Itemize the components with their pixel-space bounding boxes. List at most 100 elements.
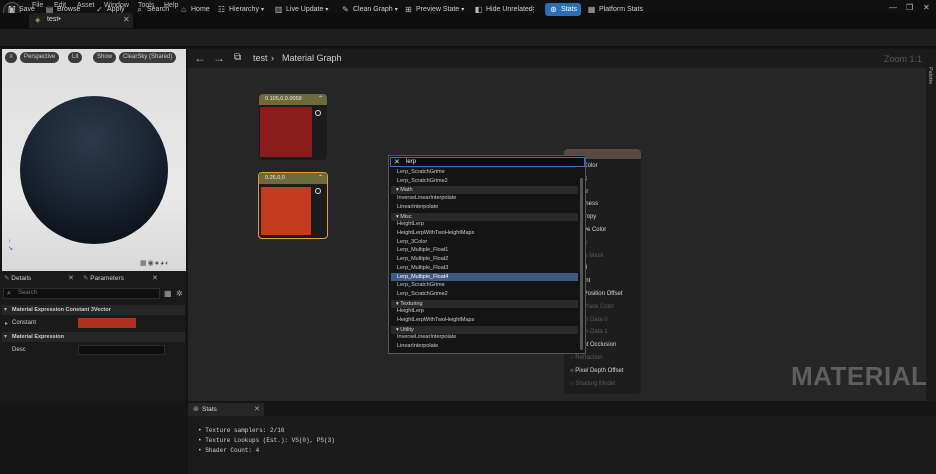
output-pin[interactable] (315, 188, 321, 194)
desc-label: Desc (12, 347, 26, 353)
close-window-icon[interactable]: ✕ (923, 3, 930, 12)
viewport-menu-icon[interactable]: ≡ (5, 52, 17, 63)
maximize-icon[interactable]: ❐ (906, 3, 913, 12)
constant3vector-node-1[interactable]: 0.105,0,0.0058 ⌃ (259, 94, 327, 160)
save-button[interactable]: ▣ Save (7, 3, 35, 16)
settings-gear-icon[interactable]: ✲ (176, 289, 183, 298)
search-icon: ⌕ (7, 290, 11, 297)
node-collapse-icon[interactable]: ⌃ (318, 95, 323, 102)
popup-category[interactable]: ▾ Texturing (391, 299, 578, 308)
details-search-input[interactable]: ⌕ Search (3, 288, 160, 299)
popup-item[interactable]: Lerp_Multiple_Float1 (397, 247, 448, 253)
popup-item[interactable]: LinearInterpolate (397, 343, 438, 349)
popup-item[interactable]: HeightLerp (397, 221, 424, 227)
node-2-header[interactable]: 0.26,0,0 (259, 173, 327, 184)
stats-tab[interactable]: ⊛ Stats ✕ (188, 403, 264, 416)
popup-category[interactable]: ▾ Utility (391, 325, 578, 334)
parameters-tab[interactable]: ✎ Parameters (83, 273, 124, 284)
hide-unrelated-button[interactable]: ◧ Hide Unrelated (474, 3, 533, 16)
section-collapse-icon[interactable]: ▾ (4, 306, 7, 313)
browse-button[interactable]: ▤ Browse (45, 3, 81, 16)
sky-dropdown[interactable]: ClearSky (Shared) (119, 52, 177, 63)
popup-item[interactable]: LinearInterpolate (397, 204, 438, 210)
live-update-label: Live Update (286, 6, 324, 13)
popup-category-label: Utility (400, 326, 414, 333)
result-input-pin[interactable]: ○ Refraction (570, 355, 603, 361)
close-parameters-icon[interactable]: ✕ (152, 274, 158, 282)
node-search-popup[interactable]: ✕ lerp Lerp_ScratchGrime Lerp_ScratchGrim… (388, 155, 586, 354)
constant3vector-node-2[interactable]: 0.26,0,0 ⌃ (258, 172, 328, 239)
popup-item[interactable]: Lerp_ScratchGrime (397, 169, 445, 175)
popup-category[interactable]: ▾ Misc (391, 212, 578, 221)
result-input-pin[interactable]: ○ Pixel Depth Offset (570, 368, 624, 374)
platform-stats-button[interactable]: ▦ Platform Stats (587, 3, 643, 16)
breadcrumb-root[interactable]: test (253, 53, 268, 63)
popup-item[interactable]: Lerp_Multiple_Float3 (397, 265, 448, 271)
hierarchy-label: Hierarchy (229, 6, 259, 13)
section-constant-3vector[interactable]: Material Expression Constant 3Vector (2, 305, 185, 315)
constant-expand-icon[interactable]: ▸ (5, 320, 8, 327)
section-collapse-icon[interactable]: ▾ (4, 333, 7, 340)
preview-state-label: Preview State (416, 6, 460, 13)
popup-category[interactable]: ▾ Math (391, 186, 578, 195)
constant-label: Constant (12, 320, 37, 326)
forward-arrow-icon[interactable]: → (213, 51, 225, 65)
apply-label: Apply (107, 6, 125, 13)
popup-search-input[interactable]: ✕ lerp (390, 157, 585, 167)
section-material-expression[interactable]: Material Expression (2, 332, 185, 342)
node-2-title: 0.26,0,0 (265, 175, 285, 181)
popup-category-label: Misc (400, 213, 412, 220)
material-preview-viewport[interactable]: ≡ Perspective Lit Show ClearSky (Shared)… (2, 49, 186, 271)
more-options-icon[interactable]: ⋮ (530, 3, 537, 16)
result-pin-label: Pixel Depth Offset (575, 367, 624, 374)
close-details-icon[interactable]: ✕ (68, 274, 74, 282)
popup-item[interactable]: Lerp_Multiple_Float2 (397, 256, 448, 262)
popup-item-selected[interactable]: Lerp_Multiple_Float4 (391, 273, 578, 282)
popup-item[interactable]: Lerp_3Color (397, 239, 427, 245)
preview-shape-icons[interactable]: ▦◉●◕◐ (140, 259, 170, 267)
popup-item[interactable]: HeightLerp (397, 308, 424, 314)
stats-icon: ⊛ (550, 5, 557, 14)
result-pin-label: Refraction (575, 355, 603, 361)
popup-category-label: Math (400, 187, 413, 194)
show-button[interactable]: Show (93, 52, 117, 63)
search-button[interactable]: ⌕ Search (135, 3, 169, 16)
home-button[interactable]: ⌂ Home (179, 3, 210, 16)
popup-item[interactable]: HeightLerpWithTwoHeightMaps (397, 230, 474, 236)
popup-item[interactable]: InverseLinearInterpolate (397, 334, 456, 340)
popup-scrollbar[interactable] (580, 178, 583, 350)
back-arrow-icon[interactable]: ← (194, 51, 206, 65)
popup-item[interactable]: Lerp_ScratchGrime (397, 282, 445, 288)
close-tab-icon[interactable]: ✕ (123, 15, 130, 24)
table-view-icon[interactable]: ▦ (164, 289, 172, 298)
breadcrumb-leaf[interactable]: Material Graph (282, 53, 342, 63)
popup-item[interactable]: HeightLerpWithTwoHeightMaps (397, 317, 474, 323)
perspective-button[interactable]: Perspective (20, 52, 60, 63)
preview-state-button[interactable]: ⊞ Preview State ▾ (404, 3, 464, 16)
hierarchy-button[interactable]: ☷ Hierarchy ▾ (217, 3, 264, 16)
clean-graph-button[interactable]: ✎ Clean Graph ▾ (341, 3, 398, 16)
details-tab-label: Details (11, 275, 32, 282)
preview-state-icon: ⊞ (405, 5, 412, 14)
details-tab[interactable]: ✎ Details (4, 273, 31, 284)
desc-input[interactable] (78, 345, 165, 355)
close-stats-icon[interactable]: ✕ (254, 405, 260, 413)
search-icon: ⌕ (137, 5, 142, 14)
live-update-button[interactable]: ▥ Live Update ▾ (274, 3, 329, 16)
popup-item[interactable]: Lerp_ScratchGrime2 (397, 178, 448, 184)
node-collapse-icon[interactable]: ⌃ (318, 174, 323, 181)
stat-texture-samplers: • Texture samplers: 2/16 (198, 427, 285, 434)
constant-color-swatch[interactable] (78, 318, 136, 328)
node-1-header[interactable]: 0.105,0,0.0058 (259, 94, 327, 105)
apply-button[interactable]: ✓ Apply (95, 3, 125, 16)
output-pin[interactable] (315, 110, 321, 116)
clear-search-icon[interactable]: ✕ (394, 158, 400, 166)
lit-button[interactable]: Lit (68, 52, 83, 63)
result-input-pin[interactable]: ○ Shading Model (570, 381, 615, 387)
stats-button[interactable]: ⊛ Stats (545, 3, 581, 16)
chevron-down-icon: ▾ (394, 7, 398, 13)
palette-side-tab[interactable]: Palette (926, 49, 936, 401)
popup-item[interactable]: InverseLinearInterpolate (397, 195, 456, 201)
minimize-icon[interactable]: — (889, 3, 897, 12)
popup-item[interactable]: Lerp_ScratchGrime2 (397, 291, 448, 297)
